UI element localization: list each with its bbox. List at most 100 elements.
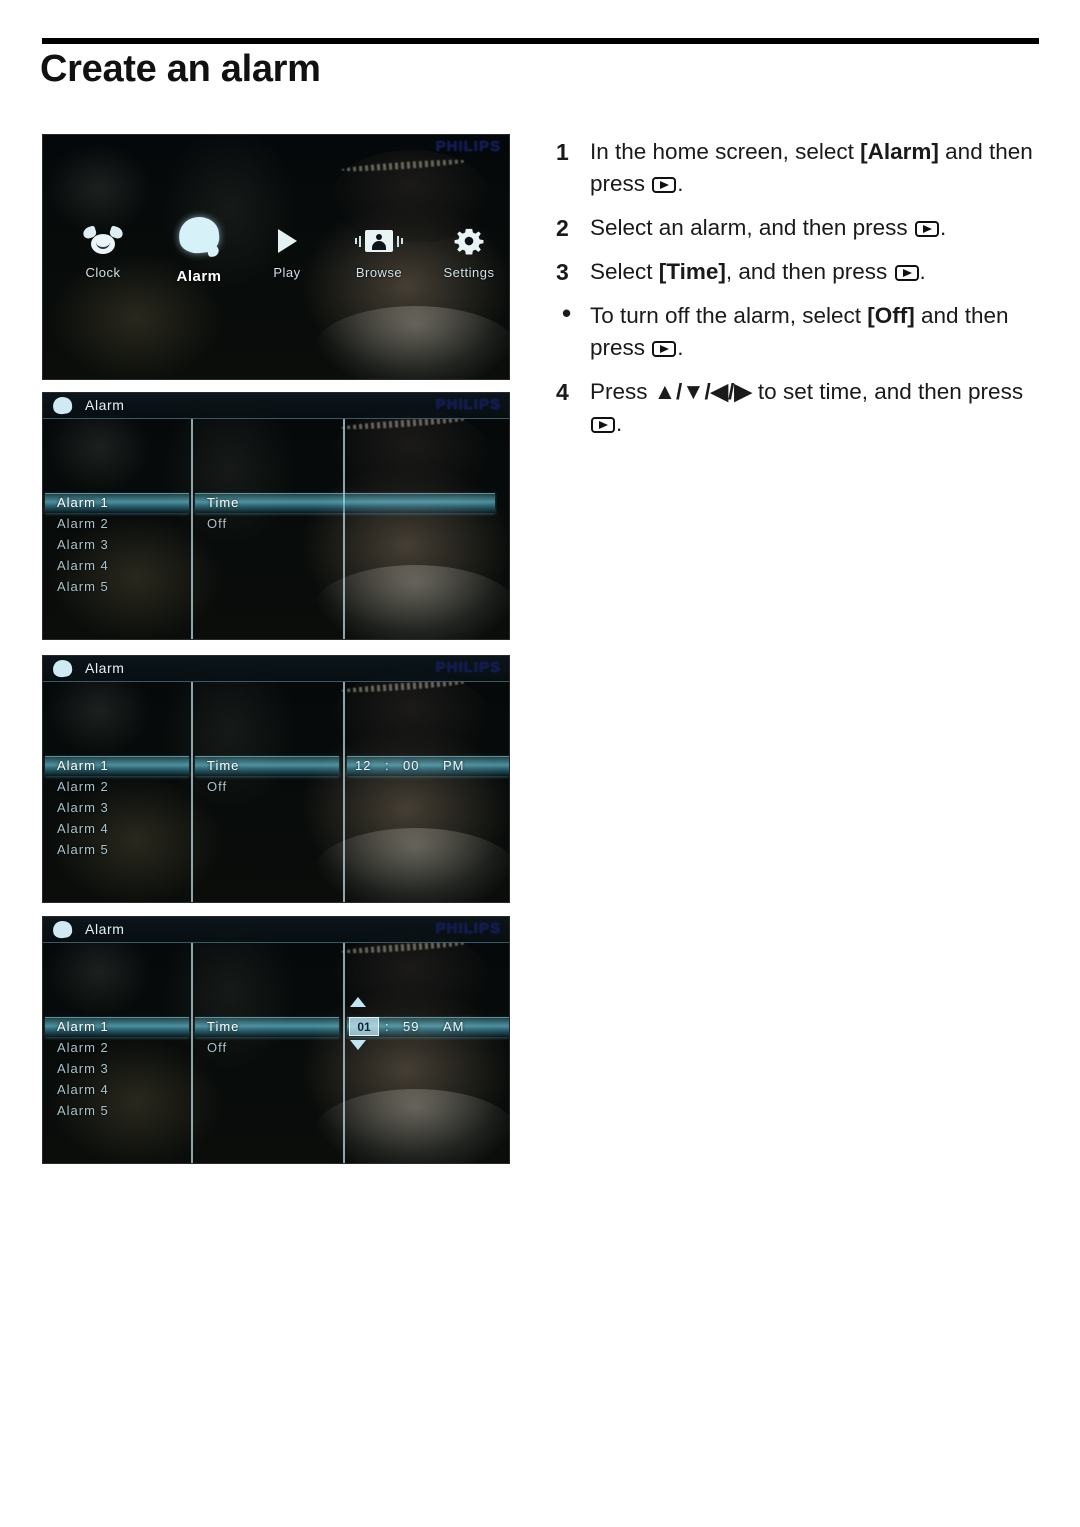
time-meridiem-value[interactable]: PM [443,758,465,773]
list-item-option-selected[interactable]: Time [207,758,239,773]
list-item-option-selected[interactable]: Time [207,1019,239,1034]
philips-brand-logo: PHILIPS [435,396,501,413]
time-separator: : [385,1019,390,1034]
column-divider-2 [343,419,345,639]
column-divider-1 [191,943,193,1163]
play-button-icon [914,221,939,237]
list-item-alarm[interactable]: Alarm 2 [57,1040,109,1055]
list-item-alarm[interactable]: Alarm 3 [57,800,109,815]
menu-header-title: Alarm [85,921,125,937]
photo-backdrop [43,917,509,1163]
step-keyword: [Alarm] [860,139,939,164]
play-button-icon [591,417,615,433]
home-item-play[interactable]: Play [239,221,335,280]
step-text: In the home screen, select [590,139,861,164]
step-keyword: ▲/▼/◀/▶ [653,379,752,404]
photo-backdrop [43,656,509,902]
step-text: Press [590,379,654,404]
list-item-alarm[interactable]: Alarm 5 [57,842,109,857]
home-item-label: Clock [85,265,121,280]
list-item-alarm[interactable]: Alarm 2 [57,516,109,531]
step-marker: 3 [556,259,569,285]
photo-shoulder-region [313,305,509,379]
time-minute-value[interactable]: 59 [403,1019,419,1034]
list-item-alarm[interactable]: Alarm 5 [57,579,109,594]
step-marker: 2 [556,215,569,241]
step-text: To turn off the alarm, select [590,303,868,328]
column-divider-2 [343,682,345,902]
time-minute-value[interactable]: 00 [403,758,419,773]
instruction-step: 3 Select [Time], and then press . [556,256,1042,288]
step-text: Select [590,259,659,284]
list-item-alarm[interactable]: Alarm 3 [57,537,109,552]
step-text: . [677,335,684,360]
list-item-alarm[interactable]: Alarm 3 [57,1061,109,1076]
home-item-label: Play [273,265,301,280]
alarm-icon [51,658,74,679]
play-button-icon [894,265,919,281]
list-item-alarm[interactable]: Alarm 2 [57,779,109,794]
home-item-browse[interactable]: Browse [331,221,427,280]
step-keyword: [Time] [658,259,726,284]
step-text: . [677,171,684,196]
home-item-label: Browse [355,265,403,280]
time-hour-value: 01 [357,1020,371,1034]
home-item-clock[interactable]: Clock [55,221,151,280]
alarm-icon [51,919,74,940]
instruction-step: 2 Select an alarm, and then press . [556,212,1042,244]
time-meridiem-value[interactable]: AM [443,1019,465,1034]
step-marker: • [562,298,572,328]
device-screenshot-home: PHILIPS Clock Alarm Play Browse Settings [42,134,510,380]
step-text: . [616,411,623,436]
play-button-icon [652,341,677,357]
list-item-alarm[interactable]: Alarm 4 [57,1082,109,1097]
time-hour-value[interactable]: 12 [355,758,371,773]
settings-gear-icon [421,221,509,261]
step-text: to set time, and then press [751,379,1024,404]
philips-brand-logo: PHILIPS [435,659,501,676]
time-hour-spinner[interactable]: 01 [349,1017,379,1036]
list-item-option[interactable]: Off [207,779,227,794]
list-item-option[interactable]: Off [207,1040,227,1055]
home-item-label: Alarm [176,268,222,285]
device-screenshot-alarm-list: Alarm PHILIPS Alarm 1 Alarm 2 Alarm 3 Al… [42,392,510,640]
column-divider-1 [191,419,193,639]
page-title: Create an alarm [40,48,321,90]
step-text: . [939,215,947,240]
step-marker: 4 [556,379,569,405]
list-item-alarm-selected[interactable]: Alarm 1 [57,758,109,773]
list-item-option-selected[interactable]: Time [207,495,239,510]
instruction-step: 4 Press ▲/▼/◀/▶ to set time, and then pre… [556,376,1042,440]
home-item-alarm[interactable]: Alarm [151,215,247,285]
instruction-list: 1 In the home screen, select [Alarm] and … [556,136,1042,452]
list-item-alarm[interactable]: Alarm 4 [57,558,109,573]
menu-header-title: Alarm [85,397,125,413]
home-item-label: Settings [443,265,495,280]
photo-backdrop [43,393,509,639]
philips-brand-logo: PHILIPS [435,920,501,937]
instruction-step: • To turn off the alarm, select [Off] and… [556,298,1042,364]
list-item-alarm[interactable]: Alarm 4 [57,821,109,836]
device-screenshot-alarm-edit: Alarm PHILIPS Alarm 1 Alarm 2 Alarm 3 Al… [42,916,510,1164]
selection-highlight-option [195,493,495,513]
spinner-up-arrow-icon[interactable] [350,997,366,1007]
step-text: Select an alarm, and then press [590,215,914,240]
alarm-icon [51,395,74,416]
device-screenshot-alarm-time: Alarm PHILIPS Alarm 1 Alarm 2 Alarm 3 Al… [42,655,510,903]
menu-header-title: Alarm [85,660,125,676]
list-item-alarm-selected[interactable]: Alarm 1 [57,495,109,510]
list-item-alarm[interactable]: Alarm 5 [57,1103,109,1118]
instruction-step: 1 In the home screen, select [Alarm] and … [556,136,1042,200]
play-button-icon [652,177,677,193]
browse-icon [331,221,427,261]
clock-icon [55,221,151,261]
play-icon [239,221,335,261]
home-icon-row: Clock Alarm Play Browse Settings [43,215,509,316]
list-item-option[interactable]: Off [207,516,227,531]
spinner-down-arrow-icon[interactable] [350,1040,366,1050]
home-item-settings[interactable]: Settings [421,221,509,280]
list-item-alarm-selected[interactable]: Alarm 1 [57,1019,109,1034]
step-marker: 1 [556,139,569,165]
alarm-icon [151,215,247,255]
column-divider-2 [343,943,345,1163]
